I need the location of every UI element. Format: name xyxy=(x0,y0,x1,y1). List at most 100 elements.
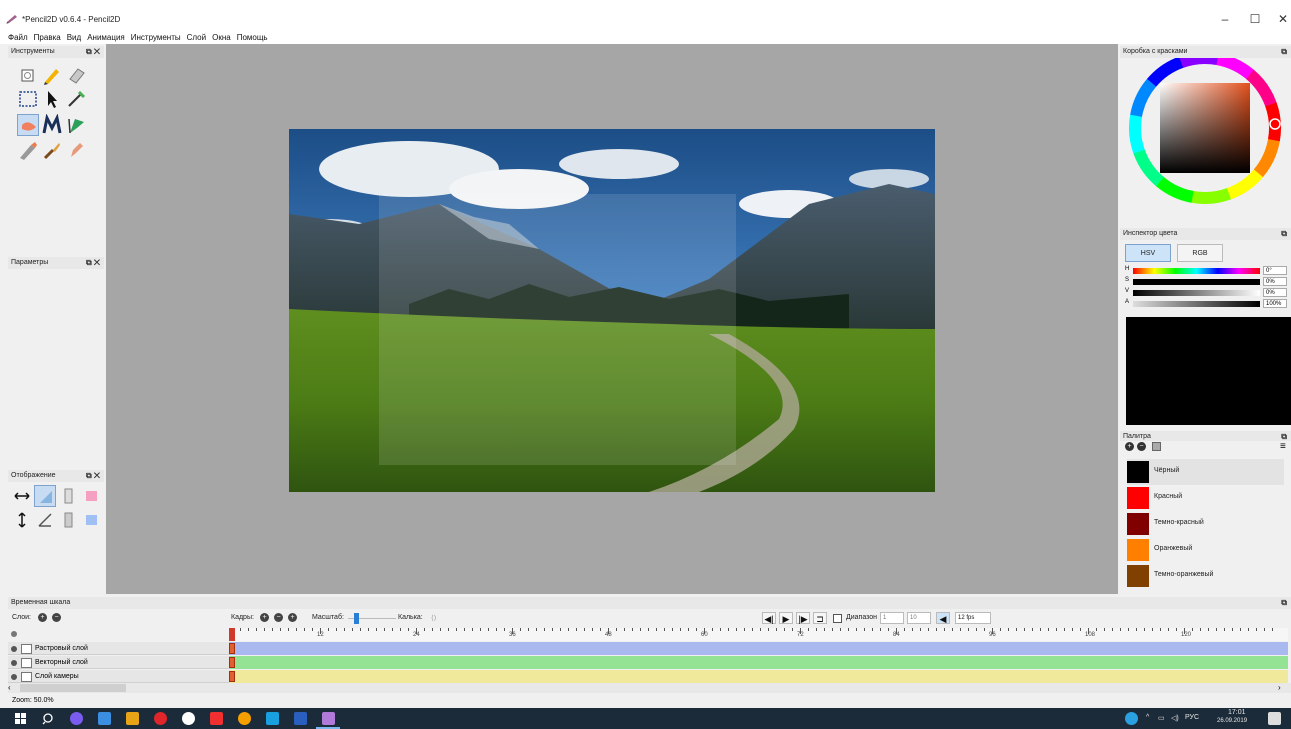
onion-toggle-icon[interactable]: ⟨⟩ xyxy=(431,614,436,622)
add-color-icon[interactable]: + xyxy=(1125,442,1134,451)
volume-icon[interactable]: ◁) xyxy=(1171,714,1179,722)
sound-button[interactable]: ◀ xyxy=(936,612,950,624)
menu-edit[interactable]: Правка xyxy=(31,32,64,44)
palette-item[interactable]: Оранжевый xyxy=(1127,537,1284,563)
layer-track[interactable] xyxy=(229,670,1288,683)
maximize-button[interactable]: ☐ xyxy=(1240,12,1270,26)
tray-app-icon[interactable] xyxy=(1125,712,1138,725)
cortana-icon[interactable] xyxy=(70,712,83,725)
next-frame-button[interactable]: |▶ xyxy=(796,612,810,624)
palette-item[interactable]: Темно-оранжевый xyxy=(1127,563,1284,589)
hue-slider[interactable]: H 0° xyxy=(1125,266,1291,275)
range-start-input[interactable]: 1 xyxy=(880,612,904,624)
palette-item[interactable]: Темно-красный xyxy=(1127,511,1284,537)
horizontal-flip-icon[interactable] xyxy=(11,485,33,507)
select-tool-icon[interactable] xyxy=(17,88,39,110)
smudge-tool-icon[interactable] xyxy=(17,114,39,136)
polyline-tool-icon[interactable] xyxy=(41,113,63,136)
file-explorer-icon[interactable] xyxy=(126,712,139,725)
timeline-ruler[interactable]: 12 24 36 48 60 72 84 96 108 120 xyxy=(229,628,1288,641)
outlines-icon[interactable] xyxy=(57,485,79,507)
value-slider[interactable]: V 0% xyxy=(1125,288,1291,297)
pen-tool-icon[interactable] xyxy=(17,139,39,161)
range-checkbox[interactable] xyxy=(833,614,842,623)
layer-track[interactable] xyxy=(229,642,1288,655)
menu-layer[interactable]: Слой xyxy=(184,32,209,44)
network-icon[interactable]: ▭ xyxy=(1158,714,1165,722)
menu-animation[interactable]: Анимация xyxy=(84,32,128,44)
scroll-right-icon[interactable]: › xyxy=(1278,683,1281,693)
search-icon[interactable] xyxy=(42,712,55,725)
palette-view-icon[interactable] xyxy=(1152,442,1161,451)
windows-start-icon[interactable] xyxy=(14,712,27,725)
remove-color-icon[interactable]: − xyxy=(1137,442,1146,451)
scale-slider-handle[interactable] xyxy=(354,613,359,624)
layer-track[interactable] xyxy=(229,656,1288,669)
word-icon[interactable] xyxy=(294,712,307,725)
all-layers-visibility-icon[interactable] xyxy=(11,631,17,637)
vertical-flip-icon[interactable] xyxy=(11,509,33,531)
panel-float-icon[interactable]: ⧉ xyxy=(1281,46,1287,58)
pencil2d-taskbar-icon[interactable] xyxy=(322,712,335,725)
range-end-input[interactable]: 10 xyxy=(907,612,931,624)
menu-view[interactable]: Вид xyxy=(64,32,84,44)
onion-next-icon[interactable] xyxy=(80,509,102,531)
alpha-slider[interactable]: A 100% xyxy=(1125,299,1291,308)
layer-row[interactable]: Векторный слой xyxy=(8,656,232,669)
menu-windows[interactable]: Окна xyxy=(209,32,234,44)
move-tool-icon[interactable] xyxy=(41,88,63,110)
clock-time[interactable]: 17:01 xyxy=(1228,709,1246,716)
scroll-left-icon[interactable]: ‹ xyxy=(8,683,11,693)
panel-float-close-icon[interactable]: ⧉ ✕ xyxy=(86,46,100,58)
tab-rgb[interactable]: RGB xyxy=(1177,244,1223,262)
palette-menu-icon[interactable]: ≡ xyxy=(1280,441,1286,452)
layer-row[interactable]: Растровый слой xyxy=(8,642,232,655)
keyframe[interactable] xyxy=(229,643,235,654)
mirror-icon[interactable] xyxy=(57,509,79,531)
clear-tool-icon[interactable] xyxy=(17,64,39,86)
color-wheel[interactable] xyxy=(1120,52,1291,228)
menu-help[interactable]: Помощь xyxy=(234,32,271,44)
onion-prev-icon[interactable] xyxy=(80,485,102,507)
overlay-icon[interactable] xyxy=(34,485,56,507)
eyedropper-tool-icon[interactable] xyxy=(65,139,87,161)
saturation-slider[interactable]: S 0% xyxy=(1125,277,1291,286)
saturation-value[interactable]: 0% xyxy=(1263,277,1287,286)
yandex-icon[interactable] xyxy=(210,712,223,725)
minimize-button[interactable]: – xyxy=(1210,12,1240,26)
keyframe[interactable] xyxy=(229,671,235,682)
clock-date[interactable]: 26.09.2019 xyxy=(1217,718,1247,724)
panel-float-close-icon[interactable]: ⧉ ✕ xyxy=(86,257,100,269)
add-layer-icon[interactable]: + xyxy=(38,613,47,622)
duplicate-frame-icon[interactable]: + xyxy=(288,613,297,622)
tray-expand-icon[interactable]: ^ xyxy=(1146,714,1149,721)
keyframe[interactable] xyxy=(229,657,235,668)
layer-visibility-icon[interactable] xyxy=(11,660,17,666)
brush-tool-icon[interactable] xyxy=(41,139,63,161)
tab-hsv[interactable]: HSV xyxy=(1125,244,1171,262)
pencil-tool-icon[interactable] xyxy=(41,64,63,86)
close-button[interactable]: ✕ xyxy=(1268,12,1291,26)
add-frame-icon[interactable]: + xyxy=(260,613,269,622)
layer-visibility-icon[interactable] xyxy=(11,674,17,680)
fps-input[interactable]: 12 fps xyxy=(955,612,991,624)
opera-icon[interactable] xyxy=(154,712,167,725)
play-button[interactable]: ▶ xyxy=(779,612,793,624)
language-indicator[interactable]: РУС xyxy=(1185,714,1199,721)
app-icon[interactable] xyxy=(238,712,251,725)
layer-visibility-icon[interactable] xyxy=(11,646,17,652)
eraser-tool-icon[interactable] xyxy=(65,64,87,86)
panel-float-icon[interactable]: ⧉ xyxy=(1281,228,1287,240)
palette-item[interactable]: Чёрный xyxy=(1127,459,1284,485)
menu-tools[interactable]: Инструменты xyxy=(128,32,184,44)
menu-file[interactable]: Файл xyxy=(5,32,31,44)
alpha-value[interactable]: 100% xyxy=(1263,299,1287,308)
hue-value[interactable]: 0° xyxy=(1263,266,1287,275)
thin-lines-icon[interactable] xyxy=(34,509,56,531)
timeline-scrollbar[interactable]: ‹ › xyxy=(8,683,1291,693)
loop-button[interactable]: ⊐ xyxy=(813,612,827,624)
task-view-icon[interactable] xyxy=(98,712,111,725)
skype-icon[interactable] xyxy=(266,712,279,725)
panel-float-close-icon[interactable]: ⧉ ✕ xyxy=(86,470,100,482)
yandex-browser-icon[interactable] xyxy=(182,712,195,725)
